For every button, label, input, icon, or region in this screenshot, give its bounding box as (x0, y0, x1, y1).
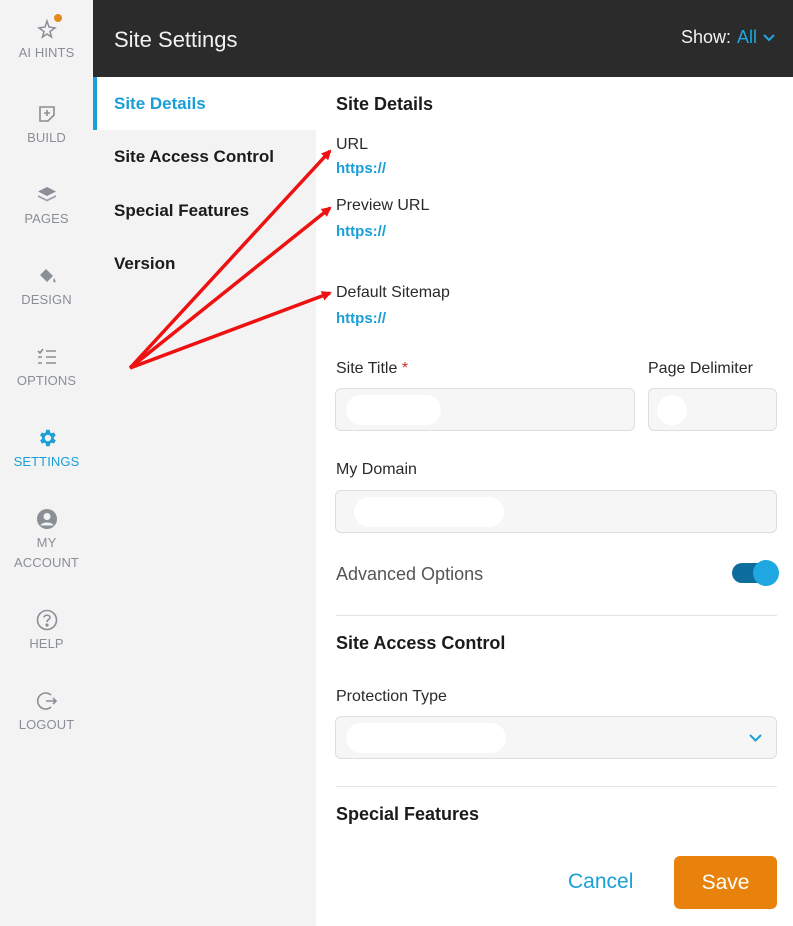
rail-label: DESIGN (21, 292, 72, 307)
toggle-knob (753, 560, 779, 586)
nav-item-site-details[interactable]: Site Details (93, 77, 316, 130)
rail-item-options[interactable]: OPTIONS (0, 346, 93, 391)
rail-label: LOGOUT (18, 717, 75, 732)
settings-nav: Site Details Site Access Control Special… (93, 77, 316, 926)
required-mark: * (401, 360, 409, 377)
page-delimiter-input[interactable] (648, 388, 777, 431)
show-dropdown[interactable]: All (737, 27, 775, 48)
page-title: Site Settings (114, 27, 238, 52)
page-delimiter-label: Page Delimiter (648, 360, 753, 377)
checklist-icon (36, 346, 58, 368)
divider (336, 786, 777, 787)
preview-url-link[interactable]: https:// (336, 223, 386, 240)
add-page-icon (36, 103, 58, 125)
default-sitemap-label: Default Sitemap (336, 284, 450, 301)
show-filter: Show: All (681, 27, 775, 48)
section-title-special-features: Special Features (336, 804, 480, 824)
redacted-value (657, 395, 687, 425)
divider (336, 615, 777, 616)
paint-bucket-icon (36, 265, 58, 287)
rail-label: SETTINGS (13, 454, 80, 469)
sparkle-star-icon (36, 14, 62, 40)
nav-item-site-access-control[interactable]: Site Access Control (93, 130, 316, 183)
redacted-value (354, 497, 504, 527)
app-header: Site Settings Show: All (93, 0, 793, 77)
rail-label: MY ACCOUNT (14, 535, 79, 570)
advanced-options-toggle[interactable] (732, 560, 779, 586)
show-label: Show: (680, 27, 731, 47)
logout-icon (36, 690, 58, 712)
rail-item-pages[interactable]: PAGES (0, 184, 93, 229)
default-sitemap-link[interactable]: https:// (336, 310, 386, 327)
show-value: All (736, 27, 757, 47)
rail-label: OPTIONS (16, 373, 77, 388)
chevron-down-icon (763, 33, 775, 41)
user-circle-icon (36, 508, 58, 530)
rail-label: HELP (29, 636, 64, 651)
redacted-value (346, 723, 506, 753)
rail-item-settings[interactable]: SETTINGS (0, 427, 93, 472)
app-root: AI HINTS BUILD PAGES DESIGN OPTIONS SETT… (0, 0, 793, 926)
site-title-input[interactable] (335, 388, 635, 431)
layers-icon (36, 184, 58, 206)
rail-label: BUILD (27, 130, 66, 145)
nav-item-version[interactable]: Version (93, 237, 316, 290)
rail-label: AI HINTS (18, 45, 75, 60)
chevron-down-icon (749, 734, 762, 742)
rail-item-my-account[interactable]: MY ACCOUNT (0, 508, 93, 573)
nav-item-special-features[interactable]: Special Features (93, 184, 316, 237)
gear-icon (36, 427, 58, 449)
my-domain-input[interactable] (335, 490, 777, 533)
url-link[interactable]: https:// (336, 160, 386, 177)
save-button[interactable]: Save (674, 856, 777, 909)
site-title-label-text: Site Title (336, 360, 398, 377)
rail-label: PAGES (24, 211, 69, 226)
rail-item-help[interactable]: HELP (0, 609, 93, 654)
redacted-value (346, 395, 441, 425)
cancel-button[interactable]: Cancel (568, 870, 633, 894)
advanced-options-label: Advanced Options (336, 564, 484, 584)
rail-item-logout[interactable]: LOGOUT (0, 690, 93, 735)
protection-type-label: Protection Type (336, 688, 447, 705)
section-title-site-access-control: Site Access Control (336, 633, 506, 653)
settings-content: Site Details URL https:// Preview URL ht… (316, 77, 793, 926)
site-title-label: Site Title * (336, 360, 408, 378)
rail-item-ai-hints[interactable]: AI HINTS (0, 14, 93, 63)
help-circle-icon (36, 609, 58, 631)
protection-type-select[interactable] (335, 716, 777, 759)
icon-rail: AI HINTS BUILD PAGES DESIGN OPTIONS SETT… (0, 0, 93, 926)
preview-url-label: Preview URL (336, 197, 430, 214)
section-title-site-details: Site Details (336, 94, 434, 114)
my-domain-label: My Domain (336, 461, 417, 478)
notification-dot (53, 14, 62, 22)
rail-item-design[interactable]: DESIGN (0, 265, 93, 310)
rail-item-build[interactable]: BUILD (0, 103, 93, 148)
url-label: URL (336, 136, 369, 153)
